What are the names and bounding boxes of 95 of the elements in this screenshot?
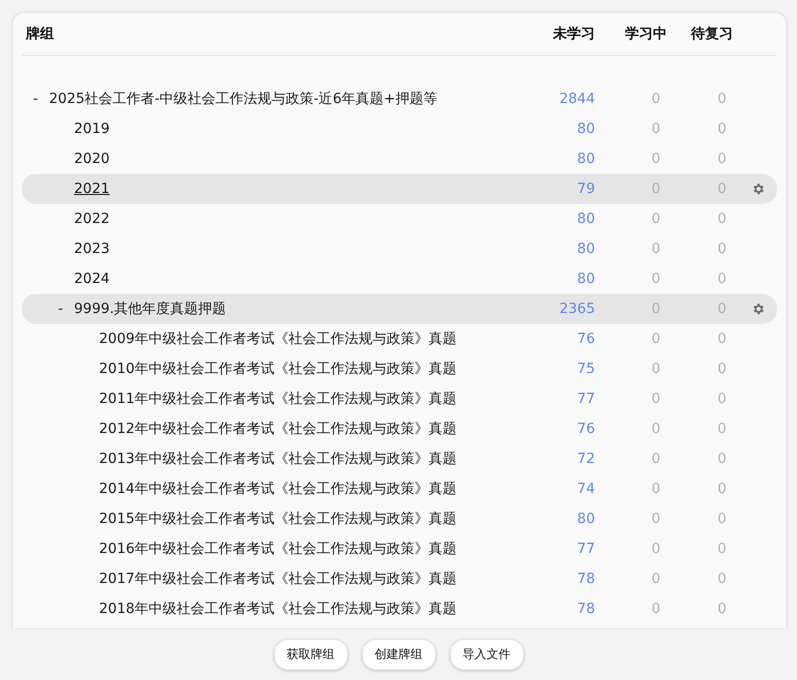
learning-count: 0: [650, 391, 662, 407]
deck-name[interactable]: 2016年中级社会工作者考试《社会工作法规与政策》真题: [99, 540, 457, 558]
review-count: 0: [716, 571, 728, 587]
review-count: 0: [716, 421, 728, 437]
deck-name[interactable]: 2010年中级社会工作者考试《社会工作法规与政策》真题: [99, 360, 457, 378]
deck-row[interactable]: 2020 80 0 0: [22, 144, 777, 174]
new-count: 2844: [558, 91, 596, 107]
deck-name[interactable]: 2024: [74, 271, 110, 287]
review-count: 0: [716, 211, 728, 227]
deck-name[interactable]: 2021: [74, 181, 110, 197]
deck-name[interactable]: 9999.其他年度真题押题: [74, 300, 226, 318]
review-count: 0: [716, 451, 728, 467]
new-count: 79: [576, 181, 596, 197]
deck-name[interactable]: 2012年中级社会工作者考试《社会工作法规与政策》真题: [99, 420, 457, 438]
learning-count: 0: [650, 511, 662, 527]
column-header: 学习中: [624, 25, 668, 43]
deck-name[interactable]: 2023: [74, 241, 110, 257]
deck-name[interactable]: 2014年中级社会工作者考试《社会工作法规与政策》真题: [99, 480, 457, 498]
review-count: 0: [716, 331, 728, 347]
footer-button[interactable]: 导入文件: [450, 638, 524, 670]
learning-count: 0: [650, 91, 662, 107]
new-count: 80: [576, 511, 596, 527]
new-count: 80: [576, 241, 596, 257]
learning-count: 0: [650, 151, 662, 167]
deck-row[interactable]: 2016年中级社会工作者考试《社会工作法规与政策》真题 77 0 0: [22, 534, 777, 564]
deck-row[interactable]: 2018年中级社会工作者考试《社会工作法规与政策》真题 78 0 0: [22, 594, 777, 624]
review-count: 0: [716, 121, 728, 137]
collapse-toggle[interactable]: -: [33, 91, 38, 107]
deck-row[interactable]: 2019 80 0 0: [22, 114, 777, 144]
review-count: 0: [716, 511, 728, 527]
deck-row[interactable]: 2011年中级社会工作者考试《社会工作法规与政策》真题 77 0 0: [22, 384, 777, 414]
review-count: 0: [716, 391, 728, 407]
deck-row[interactable]: 2024 80 0 0: [22, 264, 777, 294]
learning-count: 0: [650, 271, 662, 287]
column-header: 待复习: [690, 25, 734, 43]
learning-count: 0: [650, 451, 662, 467]
new-count: 77: [576, 391, 596, 407]
deck-name[interactable]: 2015年中级社会工作者考试《社会工作法规与政策》真题: [99, 510, 457, 528]
review-count: 0: [716, 271, 728, 287]
settings-icon[interactable]: [751, 302, 765, 316]
new-count: 74: [576, 481, 596, 497]
learning-count: 0: [650, 541, 662, 557]
deck-name[interactable]: 2020: [74, 151, 110, 167]
review-count: 0: [716, 91, 728, 107]
footer-button[interactable]: 获取牌组: [274, 638, 348, 670]
new-count: 76: [576, 331, 596, 347]
learning-count: 0: [650, 571, 662, 587]
new-count: 80: [576, 121, 596, 137]
deck-row[interactable]: 2014年中级社会工作者考试《社会工作法规与政策》真题 74 0 0: [22, 474, 777, 504]
new-count: 80: [576, 271, 596, 287]
review-count: 0: [716, 151, 728, 167]
deck-name[interactable]: 2013年中级社会工作者考试《社会工作法规与政策》真题: [99, 450, 457, 468]
deck-row[interactable]: - 2025社会工作者-中级社会工作法规与政策-近6年真题+押题等 2844 0 0: [22, 84, 777, 114]
deck-row[interactable]: 2023 80 0 0: [22, 234, 777, 264]
new-count: 77: [576, 541, 596, 557]
deck-name[interactable]: 2017年中级社会工作者考试《社会工作法规与政策》真题: [99, 570, 457, 588]
settings-icon[interactable]: [751, 182, 765, 196]
new-count: 76: [576, 421, 596, 437]
deck-name[interactable]: 2019: [74, 121, 110, 137]
new-count: 80: [576, 211, 596, 227]
column-header: 未学习: [552, 25, 596, 43]
review-count: 0: [716, 541, 728, 557]
learning-count: 0: [650, 361, 662, 377]
review-count: 0: [716, 481, 728, 497]
deck-row[interactable]: 2013年中级社会工作者考试《社会工作法规与政策》真题 72 0 0: [22, 444, 777, 474]
learning-count: 0: [650, 601, 662, 617]
deck-name[interactable]: 2025社会工作者-中级社会工作法规与政策-近6年真题+押题等: [49, 90, 438, 108]
new-count: 80: [576, 151, 596, 167]
deck-row[interactable]: 2012年中级社会工作者考试《社会工作法规与政策》真题 76 0 0: [22, 414, 777, 444]
new-count: 75: [576, 361, 596, 377]
deck-name[interactable]: 2018年中级社会工作者考试《社会工作法规与政策》真题: [99, 600, 457, 618]
learning-count: 0: [650, 481, 662, 497]
deck-row[interactable]: 2015年中级社会工作者考试《社会工作法规与政策》真题 80 0 0: [22, 504, 777, 534]
column-header: 牌组: [24, 25, 55, 43]
review-count: 0: [716, 601, 728, 617]
footer-button[interactable]: 创建牌组: [362, 638, 436, 670]
deck-name[interactable]: 2022: [74, 211, 110, 227]
deck-row[interactable]: 2010年中级社会工作者考试《社会工作法规与政策》真题 75 0 0: [22, 354, 777, 384]
learning-count: 0: [650, 331, 662, 347]
new-count: 72: [576, 451, 596, 467]
collapse-toggle[interactable]: -: [58, 301, 64, 317]
new-count: 2365: [558, 301, 596, 317]
new-count: 78: [576, 601, 596, 617]
learning-count: 0: [650, 421, 662, 437]
new-count: 78: [576, 571, 596, 587]
review-count: 0: [716, 241, 728, 257]
deck-name[interactable]: 2009年中级社会工作者考试《社会工作法规与政策》真题: [99, 330, 457, 348]
learning-count: 0: [650, 211, 662, 227]
review-count: 0: [716, 361, 728, 377]
deck-row[interactable]: 2022 80 0 0: [22, 204, 777, 234]
learning-count: 0: [650, 121, 662, 137]
deck-row[interactable]: 2009年中级社会工作者考试《社会工作法规与政策》真题 76 0 0: [22, 324, 777, 354]
deck-name[interactable]: 2011年中级社会工作者考试《社会工作法规与政策》真题: [99, 390, 457, 408]
deck-row[interactable]: 2017年中级社会工作者考试《社会工作法规与政策》真题 78 0 0: [22, 564, 777, 594]
learning-count: 0: [650, 241, 662, 257]
